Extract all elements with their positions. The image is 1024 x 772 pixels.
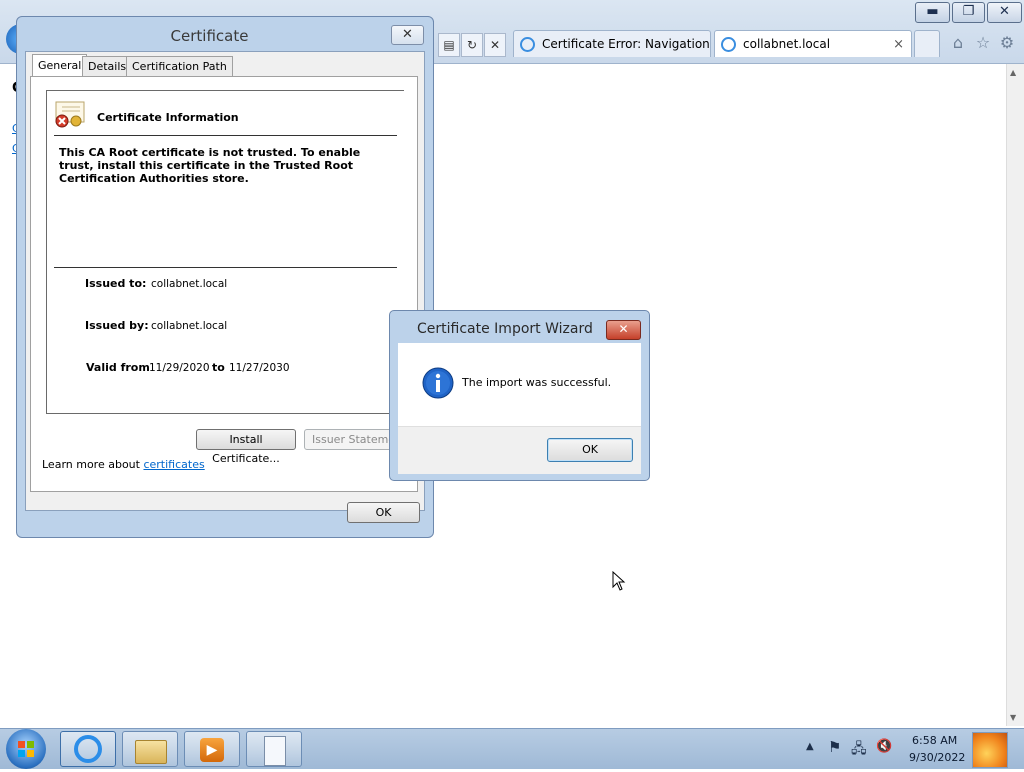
- mouse-cursor-icon: [612, 570, 626, 594]
- document-icon: [264, 736, 286, 766]
- restore-button[interactable]: ❐: [952, 2, 985, 23]
- certificate-ok-button[interactable]: OK: [347, 502, 420, 523]
- valid-to-label: to: [212, 361, 225, 374]
- certificates-link[interactable]: certificates: [143, 458, 204, 471]
- taskbar-notepad-button[interactable]: [246, 731, 302, 767]
- taskbar: ▶ ▲ ⚑ 🖧 🔇 6:58 AM 9/30/2022: [0, 728, 1024, 769]
- certificate-warning-icon: [54, 101, 86, 129]
- taskbar-explorer-button[interactable]: [122, 731, 178, 767]
- information-icon: [422, 367, 454, 399]
- home-icon[interactable]: ⌂: [948, 33, 968, 53]
- ie-page-icon: [520, 37, 535, 52]
- tab-collabnet[interactable]: collabnet.local ×: [714, 30, 912, 57]
- tab-details[interactable]: Details: [82, 56, 133, 76]
- ie-page-icon: [721, 37, 736, 52]
- show-desktop-thumbnail[interactable]: [972, 732, 1008, 768]
- issued-by-value: collabnet.local: [151, 320, 228, 332]
- install-certificate-button[interactable]: Install Certificate...: [196, 429, 296, 465]
- issued-to-value: collabnet.local: [151, 278, 228, 290]
- valid-to-value: 11/27/2030: [229, 362, 290, 374]
- ie-icon: [74, 735, 102, 763]
- wizard-message: The import was successful.: [462, 376, 612, 389]
- clock-time[interactable]: 6:58 AM: [912, 734, 957, 747]
- media-player-icon: ▶: [200, 738, 224, 762]
- windows-logo-icon: [18, 741, 34, 757]
- info-heading: Certificate Information: [97, 111, 239, 124]
- minimize-button[interactable]: ▬: [915, 2, 950, 23]
- issued-by-label: Issued by:: [85, 319, 149, 332]
- wizard-title: Certificate Import Wizard: [417, 321, 593, 337]
- wizard-ok-button[interactable]: OK: [547, 438, 633, 462]
- stop-icon[interactable]: ✕: [484, 33, 506, 57]
- valid-from-value: 11/29/2020: [149, 362, 210, 374]
- issuer-statement-button: Issuer Statement: [304, 429, 400, 450]
- start-button[interactable]: [6, 729, 46, 769]
- page-scrollbar[interactable]: ▲ ▼: [1006, 64, 1024, 726]
- taskbar-ie-button[interactable]: [60, 731, 116, 767]
- favorites-star-icon[interactable]: ☆: [973, 33, 993, 53]
- network-icon[interactable]: 🖧: [851, 738, 867, 762]
- tab-certification-path[interactable]: Certification Path: [126, 56, 233, 76]
- tab-label: collabnet.local: [743, 37, 831, 51]
- volume-muted-icon[interactable]: 🔇: [876, 739, 892, 754]
- folder-icon: [135, 740, 167, 764]
- divider: [54, 267, 397, 268]
- tab-certificate-error[interactable]: Certificate Error: Navigation B...: [513, 30, 711, 57]
- tab-general[interactable]: General: [32, 54, 88, 77]
- tab-close-icon[interactable]: ×: [893, 31, 904, 57]
- action-center-flag-icon[interactable]: ⚑: [828, 738, 841, 756]
- tools-gear-icon[interactable]: ⚙: [997, 33, 1017, 53]
- refresh-icon[interactable]: ↻: [461, 33, 483, 57]
- tab-label: Certificate Error: Navigation B...: [542, 37, 710, 51]
- trust-warning-text: This CA Root certificate is not trusted.…: [59, 146, 361, 185]
- compatibility-view-icon[interactable]: ▤: [438, 33, 460, 57]
- wizard-close-button[interactable]: ✕: [606, 320, 641, 340]
- taskbar-media-player-button[interactable]: ▶: [184, 731, 240, 767]
- show-hidden-icons[interactable]: ▲: [806, 741, 814, 752]
- learn-more-line: Learn more about certificates: [42, 458, 205, 471]
- divider: [54, 135, 397, 136]
- dialog-close-button[interactable]: ✕: [391, 25, 424, 45]
- new-tab-button[interactable]: [914, 30, 940, 57]
- dialog-title: Certificate: [170, 27, 249, 45]
- valid-from-label: Valid from: [86, 361, 150, 374]
- clock-date[interactable]: 9/30/2022: [909, 751, 965, 764]
- issued-to-label: Issued to:: [85, 277, 147, 290]
- learn-more-text: Learn more about: [42, 458, 140, 471]
- close-window-button[interactable]: ✕: [987, 2, 1022, 23]
